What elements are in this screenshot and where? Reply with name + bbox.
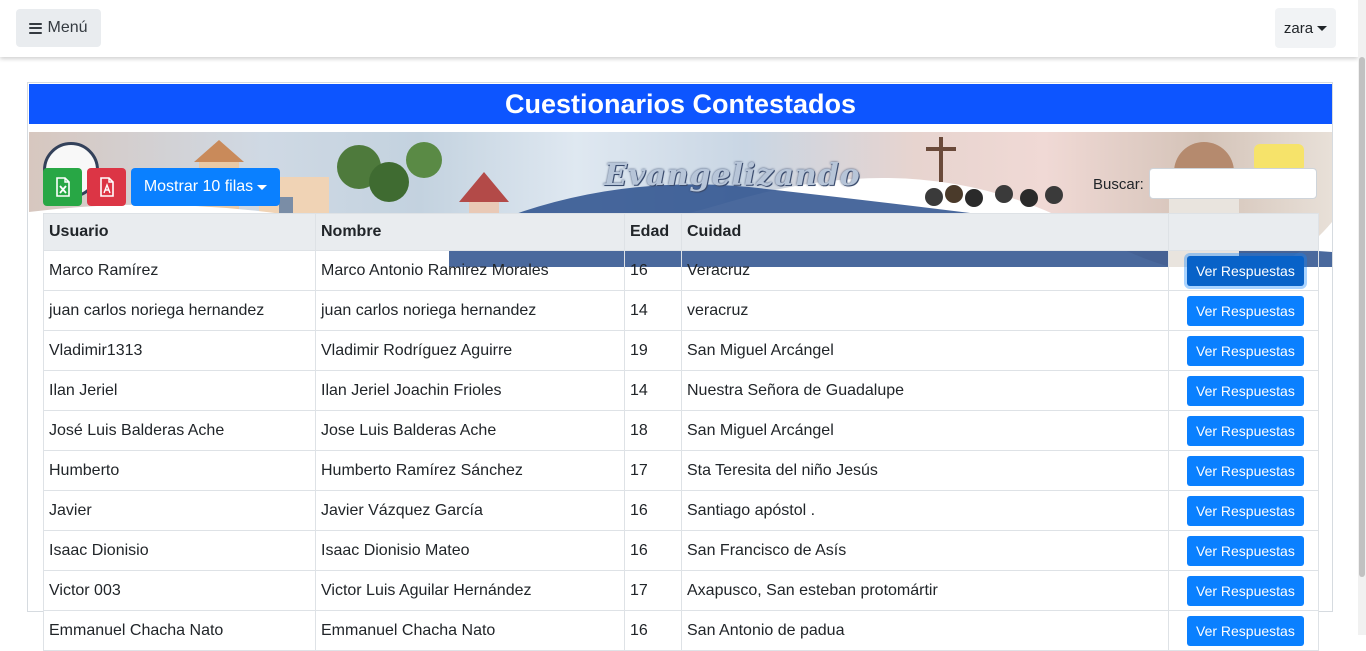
cell-edad: 18 [624,410,682,451]
cell-action: Ver Respuestas [1168,410,1319,451]
table-header-row: Usuario Nombre Edad Cuidad [43,213,1319,251]
file-excel-icon [55,177,70,197]
menu-label: Menú [47,19,88,36]
cell-usuario: Vladimir1313 [43,330,316,371]
cell-nombre: Jose Luis Balderas Ache [315,410,625,451]
cell-usuario: Marco Ramírez [43,250,316,291]
cell-edad: 16 [624,530,682,571]
search-label: Buscar: [1093,176,1144,193]
cell-usuario: Javier [43,490,316,531]
cell-ciudad: Sta Teresita del niño Jesús [681,450,1169,491]
cell-nombre: Isaac Dionisio Mateo [315,530,625,571]
cell-ciudad: Veracruz [681,250,1169,291]
table-row: José Luis Balderas Ache Jose Luis Balder… [43,410,1319,451]
caret-down-icon [1317,25,1328,31]
table-row: Isaac Dionisio Isaac Dionisio Mateo 16 S… [43,530,1319,571]
view-answers-button[interactable]: Ver Respuestas [1187,415,1304,446]
top-navbar: Menú zara [0,0,1358,57]
cell-ciudad: veracruz [681,290,1169,331]
cell-usuario: Emmanuel Chacha Nato [43,610,316,651]
table-row: Humberto Humberto Ramírez Sánchez 17 Sta… [43,450,1319,491]
cell-edad: 17 [624,570,682,611]
banner-title: Evangelizando [604,158,861,193]
cell-ciudad: Santiago apóstol . [681,490,1169,531]
export-pdf-button[interactable] [87,168,126,206]
view-answers-button[interactable]: Ver Respuestas [1187,455,1304,486]
cell-action: Ver Respuestas [1168,370,1319,411]
column-header-cuidad[interactable]: Cuidad [681,213,1169,251]
cell-edad: 16 [624,610,682,651]
cell-ciudad: Axapusco, San esteban protomártir [681,570,1169,611]
table-row: Victor 003 Victor Luis Aguilar Hernández… [43,570,1319,611]
cell-edad: 17 [624,450,682,491]
cell-nombre: Javier Vázquez García [315,490,625,531]
cell-edad: 16 [624,490,682,531]
cell-ciudad: San Miguel Arcángel [681,410,1169,451]
cell-edad: 14 [624,290,682,331]
menu-button[interactable]: Menú [16,9,101,47]
responses-table: Usuario Nombre Edad Cuidad Marco Ramírez… [43,213,1319,651]
view-answers-button[interactable]: Ver Respuestas [1187,335,1304,366]
cell-nombre: Vladimir Rodríguez Aguirre [315,330,625,371]
cell-action: Ver Respuestas [1168,290,1319,331]
user-dropdown[interactable]: zara [1275,8,1336,48]
table-row: Ilan Jeriel Ilan Jeriel Joachin Frioles … [43,370,1319,411]
caret-down-icon [257,184,268,190]
card-title: Cuestionarios Contestados [29,84,1332,124]
search-input[interactable] [1149,168,1317,199]
cell-action: Ver Respuestas [1168,450,1319,491]
user-name: zara [1283,19,1314,37]
cell-nombre: Emmanuel Chacha Nato [315,610,625,651]
cell-edad: 16 [624,250,682,291]
export-excel-button[interactable] [43,168,82,206]
cell-nombre: Ilan Jeriel Joachin Frioles [315,370,625,411]
hamburger-icon [29,22,43,34]
table-row: Emmanuel Chacha Nato Emmanuel Chacha Nat… [43,610,1319,651]
cell-nombre: Marco Antonio Ramirez Morales [315,250,625,291]
cell-usuario: José Luis Balderas Ache [43,410,316,451]
cell-ciudad: San Antonio de padua [681,610,1169,651]
column-header-actions [1168,213,1319,251]
page-scrollbar-thumb[interactable] [1359,57,1365,577]
cell-usuario: Ilan Jeriel [43,370,316,411]
cell-ciudad: San Francisco de Asís [681,530,1169,571]
cell-ciudad: Nuestra Señora de Guadalupe [681,370,1169,411]
cell-nombre: Victor Luis Aguilar Hernández [315,570,625,611]
cell-usuario: Humberto [43,450,316,491]
cell-ciudad: San Miguel Arcángel [681,330,1169,371]
show-rows-dropdown[interactable]: Mostrar 10 filas [131,168,280,206]
cell-usuario: Victor 003 [43,570,316,611]
cell-action: Ver Respuestas [1168,490,1319,531]
column-header-nombre[interactable]: Nombre [315,213,625,251]
cell-usuario: juan carlos noriega hernandez [43,290,316,331]
file-pdf-icon [99,177,114,197]
show-rows-label: Mostrar 10 filas [143,178,254,195]
view-answers-button[interactable]: Ver Respuestas [1187,295,1304,326]
cell-action: Ver Respuestas [1168,530,1319,571]
table-row: Javier Javier Vázquez García 16 Santiago… [43,490,1319,531]
view-answers-button[interactable]: Ver Respuestas [1187,375,1304,406]
cell-edad: 14 [624,370,682,411]
view-answers-button[interactable]: Ver Respuestas [1187,575,1304,606]
table-row: Vladimir1313 Vladimir Rodríguez Aguirre … [43,330,1319,371]
cell-nombre: juan carlos noriega hernandez [315,290,625,331]
view-answers-button[interactable]: Ver Respuestas [1187,255,1304,286]
column-header-edad[interactable]: Edad [624,213,682,251]
cell-usuario: Isaac Dionisio [43,530,316,571]
view-answers-button[interactable]: Ver Respuestas [1187,495,1304,526]
cell-action: Ver Respuestas [1168,250,1319,291]
cell-edad: 19 [624,330,682,371]
column-header-usuario[interactable]: Usuario [43,213,316,251]
cell-nombre: Humberto Ramírez Sánchez [315,450,625,491]
table-row: Marco Ramírez Marco Antonio Ramirez Mora… [43,250,1319,291]
cell-action: Ver Respuestas [1168,330,1319,371]
view-answers-button[interactable]: Ver Respuestas [1187,615,1304,646]
view-answers-button[interactable]: Ver Respuestas [1187,535,1304,566]
cell-action: Ver Respuestas [1168,570,1319,611]
table-row: juan carlos noriega hernandez juan carlo… [43,290,1319,331]
cell-action: Ver Respuestas [1168,610,1319,651]
